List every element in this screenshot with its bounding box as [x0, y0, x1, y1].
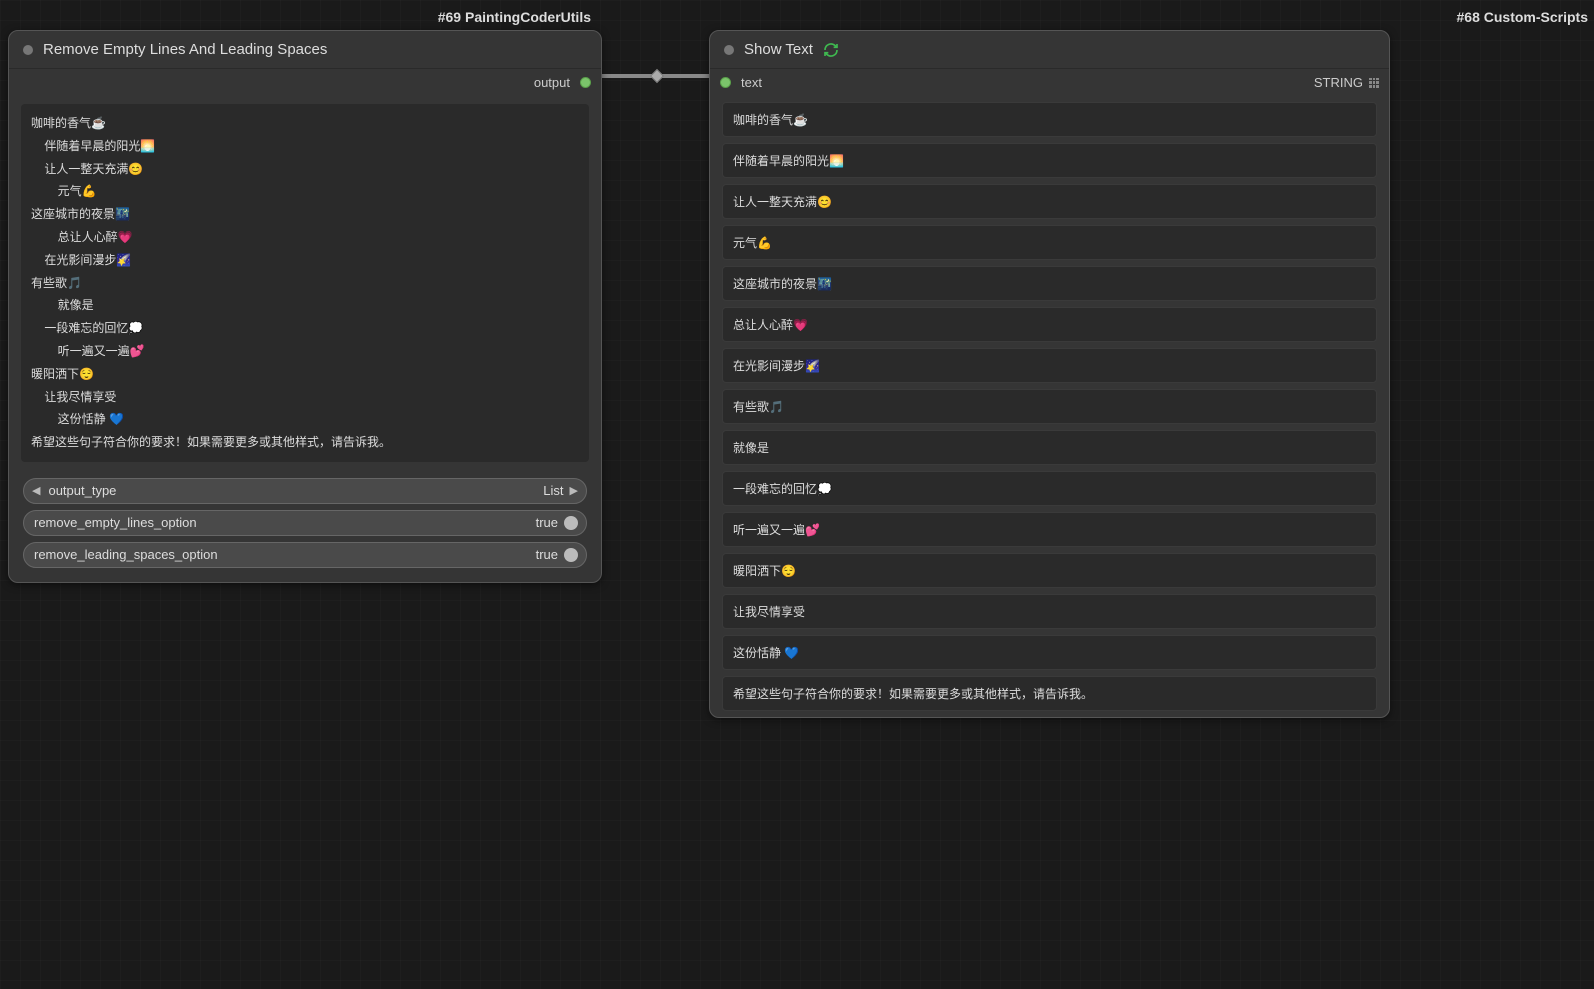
- refresh-icon[interactable]: [823, 42, 839, 58]
- output-line[interactable]: 让我尽情享受: [722, 594, 1377, 629]
- output-line[interactable]: 一段难忘的回忆💭: [722, 471, 1377, 506]
- node-header[interactable]: Show Text: [710, 31, 1389, 69]
- node-collapse-dot[interactable]: [724, 45, 734, 55]
- control-label: remove_empty_lines_option: [34, 515, 197, 530]
- node-title: Remove Empty Lines And Leading Spaces: [43, 41, 327, 58]
- control-value: true: [536, 547, 558, 562]
- output-line[interactable]: 让人一整天充满😊: [722, 184, 1377, 219]
- control-value: true: [536, 515, 558, 530]
- output-line[interactable]: 听一遍又一遍💕: [722, 512, 1377, 547]
- node-connection-handle[interactable]: [650, 69, 664, 83]
- node-tag-left: #69 PaintingCoderUtils: [438, 9, 591, 25]
- node-remove-empty-lines[interactable]: Remove Empty Lines And Leading Spaces ou…: [8, 30, 602, 583]
- node-controls: ◀ output_type List ▶ remove_empty_lines_…: [9, 470, 601, 582]
- control-label: output_type: [48, 483, 116, 498]
- chevron-right-icon[interactable]: ▶: [570, 484, 578, 497]
- output-line[interactable]: 就像是: [722, 430, 1377, 465]
- output-line[interactable]: 在光影间漫步🌠: [722, 348, 1377, 383]
- output-line[interactable]: 总让人心醉💗: [722, 307, 1377, 342]
- output-line[interactable]: 元气💪: [722, 225, 1377, 260]
- node-title: Show Text: [744, 41, 813, 58]
- output-line[interactable]: 这份恬静 💙: [722, 635, 1377, 670]
- control-value: List: [543, 483, 563, 498]
- output-line[interactable]: 咖啡的香气☕: [722, 102, 1377, 137]
- port-row: text STRING: [710, 69, 1389, 96]
- control-remove-leading-spaces[interactable]: remove_leading_spaces_option true: [23, 542, 587, 568]
- port-row: output: [9, 69, 601, 96]
- output-port-label: STRING: [1314, 75, 1363, 90]
- output-line[interactable]: 这座城市的夜景🌃: [722, 266, 1377, 301]
- input-port-label: text: [741, 75, 762, 90]
- node-show-text[interactable]: Show Text text STRING 咖啡的香气☕ 伴随着早晨的阳光🌅 让人一…: [709, 30, 1390, 718]
- input-port-socket[interactable]: [720, 77, 731, 88]
- toggle-knob[interactable]: [564, 548, 578, 562]
- toggle-knob[interactable]: [564, 516, 578, 530]
- output-line[interactable]: 有些歌🎵: [722, 389, 1377, 424]
- output-line[interactable]: 伴随着早晨的阳光🌅: [722, 143, 1377, 178]
- output-port-socket[interactable]: [580, 77, 591, 88]
- node-header[interactable]: Remove Empty Lines And Leading Spaces: [9, 31, 601, 69]
- grid-output-icon[interactable]: [1369, 78, 1379, 88]
- output-port-label: output: [534, 75, 570, 90]
- node-collapse-dot[interactable]: [23, 45, 33, 55]
- control-remove-empty-lines[interactable]: remove_empty_lines_option true: [23, 510, 587, 536]
- control-output-type[interactable]: ◀ output_type List ▶: [23, 478, 587, 504]
- control-label: remove_leading_spaces_option: [34, 547, 218, 562]
- output-line[interactable]: 暖阳洒下😌: [722, 553, 1377, 588]
- input-text-area[interactable]: 咖啡的香气☕ 伴随着早晨的阳光🌅 让人一整天充满😊 元气💪 这座城市的夜景🌃 总…: [21, 104, 589, 462]
- node-tag-right: #68 Custom-Scripts: [1457, 9, 1588, 25]
- chevron-left-icon[interactable]: ◀: [32, 484, 40, 497]
- output-lines-container: 咖啡的香气☕ 伴随着早晨的阳光🌅 让人一整天充满😊 元气💪 这座城市的夜景🌃 总让人心醉💗…: [710, 102, 1389, 711]
- output-line[interactable]: 希望这些句子符合你的要求！如果需要更多或其他样式，请告诉我。: [722, 676, 1377, 711]
